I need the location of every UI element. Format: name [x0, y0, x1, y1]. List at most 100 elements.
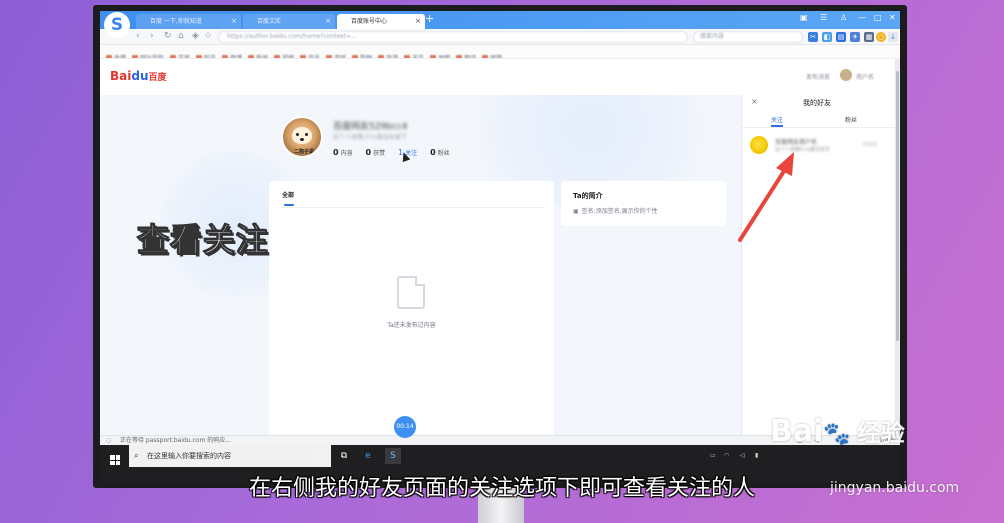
- wifi-icon[interactable]: ◠: [724, 452, 729, 459]
- bookmark-item[interactable]: 天气: [404, 52, 424, 58]
- taskbar-search-input[interactable]: ⌕ 在这里输入你要搜索的内容: [129, 445, 331, 467]
- battery-icon[interactable]: ▮: [755, 452, 758, 459]
- header-username[interactable]: 用户名: [856, 72, 874, 81]
- video-subtitle: 在右侧我的好友页面的关注选项下即可查看关注的人: [248, 476, 755, 501]
- forward-icon[interactable]: ›: [150, 31, 154, 41]
- tab-underline: [284, 204, 294, 206]
- tab-close-icon[interactable]: ×: [231, 14, 237, 29]
- edge-icon[interactable]: e: [360, 448, 376, 464]
- browser-tab-3[interactable]: 百度账号中心 ×: [337, 14, 425, 29]
- minimize-icon[interactable]: —: [858, 13, 866, 22]
- content-card: 全部 Ta还未发布过内容: [269, 181, 554, 435]
- bookmark-item[interactable]: 翻译: [456, 52, 476, 58]
- address-bar: ‹ › ↻ ⌂ ◈ ☆ https://author.baidu.com/hom…: [100, 29, 900, 45]
- user-avatar[interactable]: [840, 69, 852, 81]
- tray-icon[interactable]: ▭: [710, 452, 716, 459]
- recording-time-badge: 00:14: [394, 416, 416, 438]
- url-input[interactable]: https://author.baidu.com/home?context=..…: [218, 31, 688, 43]
- browser-logo-icon: S: [104, 12, 130, 38]
- reload-icon[interactable]: ↻: [164, 31, 172, 41]
- divider: [742, 127, 900, 128]
- bookmark-item[interactable]: 邮箱: [482, 52, 502, 58]
- intro-signature[interactable]: 签名:添加签名,展示你的个性: [573, 206, 658, 215]
- download-icon[interactable]: ↓: [888, 32, 898, 42]
- search-input[interactable]: 搜索内容: [693, 31, 803, 43]
- logo-paw: du: [131, 69, 149, 83]
- friend-name: 百度网友用户名: [775, 139, 818, 146]
- profile-stats: 0 内容 0 获赞 1 关注 0 粉丝: [333, 148, 461, 157]
- watermark-text: Bai: [770, 414, 824, 449]
- panel-title: 我的好友: [803, 99, 831, 107]
- baidu-logo[interactable]: Baidu百度: [110, 69, 167, 83]
- grid-icon[interactable]: ▦: [864, 32, 874, 42]
- task-view-icon[interactable]: ⧉: [336, 448, 352, 464]
- tab-close-icon[interactable]: ×: [415, 14, 421, 29]
- bookmark-item[interactable]: 网址导航: [132, 52, 164, 58]
- windows-start-icon[interactable]: [110, 455, 120, 465]
- maximize-icon[interactable]: □: [874, 13, 882, 22]
- tab-label: 百度 一下,你就知道: [150, 18, 202, 25]
- follow-status-button[interactable]: 已关注: [862, 141, 877, 148]
- dog-eye: [305, 133, 308, 136]
- taskbar-search-placeholder: 在这里输入你要搜索的内容: [147, 452, 231, 460]
- tab-all[interactable]: 全部: [282, 190, 294, 199]
- bookmark-item[interactable]: 游戏: [326, 52, 346, 58]
- baidu-jingyan-watermark: Bai🐾 经验: [770, 413, 905, 449]
- close-window-icon[interactable]: ✕: [889, 13, 896, 22]
- back-icon[interactable]: ‹: [136, 31, 140, 41]
- stat-likes[interactable]: 0 获赞: [366, 148, 386, 157]
- tab-label: 百度账号中心: [351, 18, 388, 25]
- overlay-title: 查看关注: [136, 221, 270, 260]
- bookmark-item[interactable]: 旅游: [378, 52, 398, 58]
- browser-tab-bar: 百度 一下,你就知道 × 百度文库 × 百度账号中心 × + ▣ ☰ ♙ — □…: [100, 11, 900, 29]
- browser-tab-1[interactable]: 百度 一下,你就知道 ×: [136, 14, 241, 29]
- bookmark-item[interactable]: 收藏: [106, 52, 126, 58]
- bookmark-item[interactable]: 地图: [430, 52, 450, 58]
- dog-face: [292, 127, 312, 144]
- logo-cn: 百度: [148, 73, 167, 83]
- status-text: 正在等待 passport.baidu.com 的响应...: [120, 437, 231, 444]
- browser-tab-2[interactable]: 百度文库 ×: [243, 14, 335, 29]
- plane-icon[interactable]: ✈: [850, 32, 860, 42]
- tab-following[interactable]: 关注: [771, 115, 783, 124]
- header-link-publish[interactable]: 发布消息: [806, 72, 830, 81]
- tab-close-icon[interactable]: ×: [325, 14, 331, 29]
- browser-taskbar-icon[interactable]: S: [385, 448, 401, 464]
- coin-icon[interactable]: ○: [876, 32, 886, 42]
- sidebar-toggle-icon[interactable]: ▣: [800, 13, 808, 22]
- tab-fans[interactable]: 粉丝: [845, 115, 857, 124]
- star-icon[interactable]: ☆: [204, 31, 212, 41]
- extension-icon[interactable]: ◧: [822, 32, 832, 42]
- profile-subtitle: 这个人很懒,什么都没有留下: [333, 134, 407, 141]
- scissors-icon[interactable]: ✂: [808, 32, 818, 42]
- skin-icon[interactable]: ☰: [820, 13, 827, 22]
- divider: [279, 207, 544, 208]
- profile-name: 百度网友529bcc4: [333, 122, 408, 132]
- bookmarks-bar: 收藏 网址导航 百度 知乎 微博 新闻 视频 音乐 游戏 购物 旅游 天气 地图 翻译 邮箱: [100, 45, 900, 59]
- scrollbar-thumb[interactable]: [896, 71, 899, 341]
- shirt-icon[interactable]: ♙: [840, 13, 847, 22]
- bookmark-item[interactable]: 微博: [222, 52, 242, 58]
- stat-content[interactable]: 0 内容: [333, 148, 353, 157]
- bookmark-item[interactable]: 知乎: [196, 52, 216, 58]
- tab-label: 百度文库: [257, 18, 282, 25]
- bookmark-item[interactable]: 音乐: [300, 52, 320, 58]
- bookmark-item[interactable]: 购物: [352, 52, 372, 58]
- page-header: Baidu百度 发布消息 用户名: [100, 59, 900, 95]
- loading-icon: ◌: [106, 437, 112, 444]
- new-tab-button[interactable]: +: [425, 12, 434, 25]
- chat-icon[interactable]: ▤: [836, 32, 846, 42]
- bookmark-item[interactable]: 新闻: [248, 52, 268, 58]
- profile-avatar[interactable]: 二狗子说: [281, 116, 323, 158]
- bookmark-item[interactable]: 视频: [274, 52, 294, 58]
- stat-fans[interactable]: 0 粉丝: [430, 148, 450, 157]
- home-icon[interactable]: ⌂: [178, 31, 184, 41]
- empty-state-text: Ta还未发布过内容: [387, 322, 436, 329]
- red-arrow-icon: [738, 152, 794, 242]
- bookmark-item[interactable]: 百度: [170, 52, 190, 58]
- shield-icon[interactable]: ◈: [192, 31, 199, 41]
- volume-icon[interactable]: ◁: [740, 452, 745, 459]
- watermark-cn: 经验: [856, 419, 905, 447]
- logo-text: Bai: [110, 69, 132, 83]
- cortana-icon[interactable]: ○: [312, 448, 328, 464]
